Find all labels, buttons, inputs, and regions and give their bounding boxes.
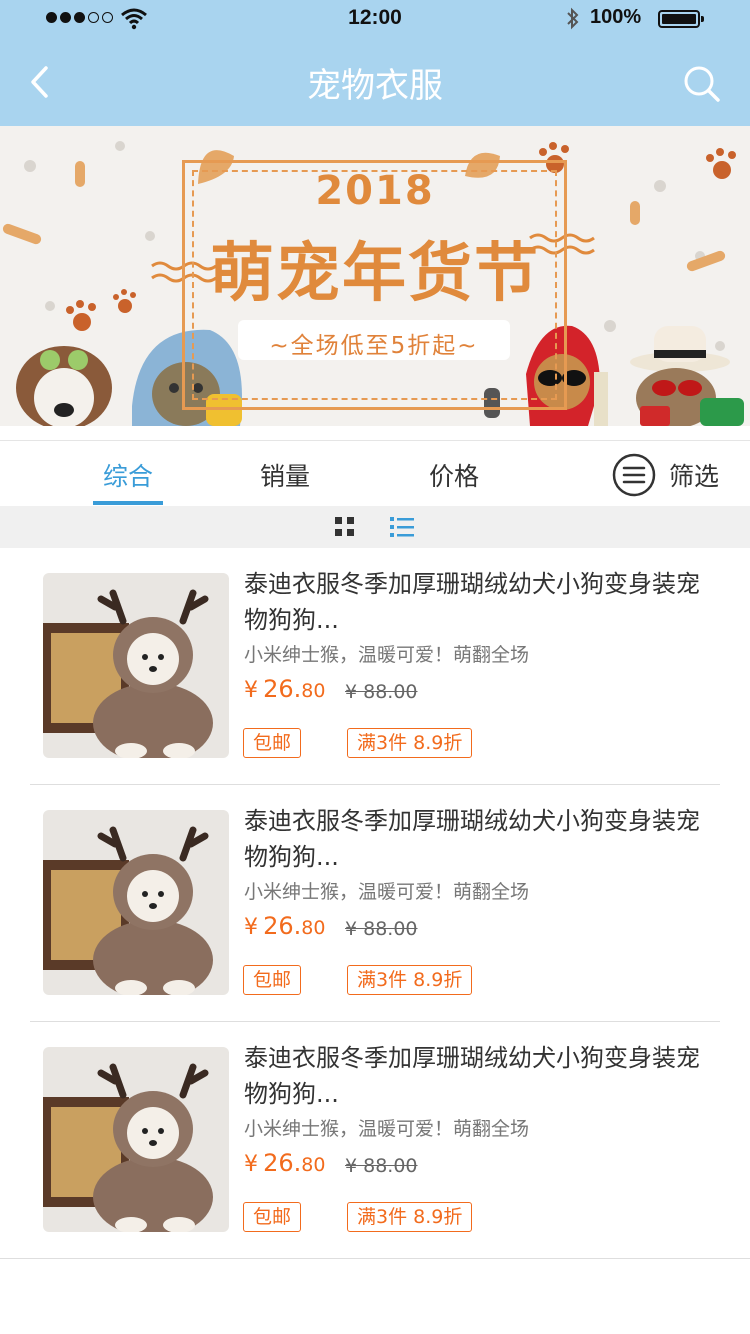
discount-tag: 满3件 8.9折 xyxy=(347,1202,473,1232)
product-image[interactable] xyxy=(43,573,229,758)
banner-subtitle: ~全场低至5折起~ xyxy=(269,333,479,359)
tab-price[interactable]: 价格 xyxy=(429,457,479,493)
discount-tag: 满3件 8.9折 xyxy=(347,965,473,995)
active-tab-indicator xyxy=(93,501,163,505)
product-title[interactable]: 泰迪衣服冬季加厚珊瑚绒幼犬小狗变身装宠物狗狗... xyxy=(244,803,704,875)
navigation-bar: 宠物衣服 xyxy=(0,40,750,126)
page-title: 宠物衣服 xyxy=(307,66,443,106)
product-price: ¥ 26.80 xyxy=(244,675,325,703)
tab-sales[interactable]: 销量 xyxy=(260,457,310,493)
price-integer: 26. xyxy=(263,675,302,703)
banner-title: 萌宠年货节 xyxy=(210,237,540,311)
product-list: 泰迪衣服冬季加厚珊瑚绒幼犬小狗变身装宠物狗狗... 小米绅士猴，温暖可爱！萌翻全… xyxy=(0,548,750,1259)
product-title[interactable]: 泰迪衣服冬季加厚珊瑚绒幼犬小狗变身装宠物狗狗... xyxy=(244,566,704,638)
product-image[interactable] xyxy=(43,1047,229,1232)
price-decimal: 80 xyxy=(301,680,326,702)
view-mode-bar xyxy=(0,506,750,548)
filter-button[interactable]: 筛选 xyxy=(669,457,719,493)
discount-tag: 满3件 8.9折 xyxy=(347,728,473,758)
grid-icon[interactable] xyxy=(333,515,359,539)
original-price: ¥ 88.00 xyxy=(345,681,418,703)
price-integer: 26. xyxy=(263,912,302,940)
banner-year: 2018 xyxy=(315,168,435,214)
free-shipping-tag: 包邮 xyxy=(243,965,302,995)
battery-icon xyxy=(658,10,704,28)
product-price: ¥ 26.80 xyxy=(244,912,325,940)
battery-percentage: 100% xyxy=(590,6,642,28)
status-bar: 12:00 100% xyxy=(0,0,750,40)
original-price: ¥ 88.00 xyxy=(345,1155,418,1177)
product-description: 小米绅士猴，温暖可爱！萌翻全场 xyxy=(244,644,530,666)
list-icon[interactable] xyxy=(388,515,416,539)
product-item[interactable]: 泰迪衣服冬季加厚珊瑚绒幼犬小狗变身装宠物狗狗... 小米绅士猴，温暖可爱！萌翻全… xyxy=(0,1022,750,1259)
divider xyxy=(0,1258,750,1259)
product-image[interactable] xyxy=(43,810,229,995)
product-title[interactable]: 泰迪衣服冬季加厚珊瑚绒幼犬小狗变身装宠物狗狗... xyxy=(244,1040,704,1112)
product-description: 小米绅士猴，温暖可爱！萌翻全场 xyxy=(244,881,530,903)
product-price: ¥ 26.80 xyxy=(244,1149,325,1177)
price-integer: 26. xyxy=(263,1149,302,1177)
price-currency: ¥ xyxy=(244,1152,258,1177)
sort-tabs: 综合 销量 价格 筛选 xyxy=(0,440,750,506)
promo-banner[interactable]: 2018 萌宠年货节 ~全场低至5折起~ xyxy=(0,126,750,426)
search-button[interactable] xyxy=(680,62,724,106)
product-description: 小米绅士猴，温暖可爱！萌翻全场 xyxy=(244,1118,530,1140)
bluetooth-icon xyxy=(567,7,579,30)
free-shipping-tag: 包邮 xyxy=(243,1202,302,1232)
filter-icon[interactable] xyxy=(612,453,656,497)
price-decimal: 80 xyxy=(301,917,326,939)
top-bar: 12:00 100% 宠物衣服 xyxy=(0,0,750,126)
price-decimal: 80 xyxy=(301,1154,326,1176)
price-currency: ¥ xyxy=(244,678,258,703)
free-shipping-tag: 包邮 xyxy=(243,728,302,758)
original-price: ¥ 88.00 xyxy=(345,918,418,940)
product-item[interactable]: 泰迪衣服冬季加厚珊瑚绒幼犬小狗变身装宠物狗狗... 小米绅士猴，温暖可爱！萌翻全… xyxy=(0,548,750,785)
product-item[interactable]: 泰迪衣服冬季加厚珊瑚绒幼犬小狗变身装宠物狗狗... 小米绅士猴，温暖可爱！萌翻全… xyxy=(0,785,750,1022)
price-currency: ¥ xyxy=(244,915,258,940)
tab-comprehensive[interactable]: 综合 xyxy=(103,457,153,493)
